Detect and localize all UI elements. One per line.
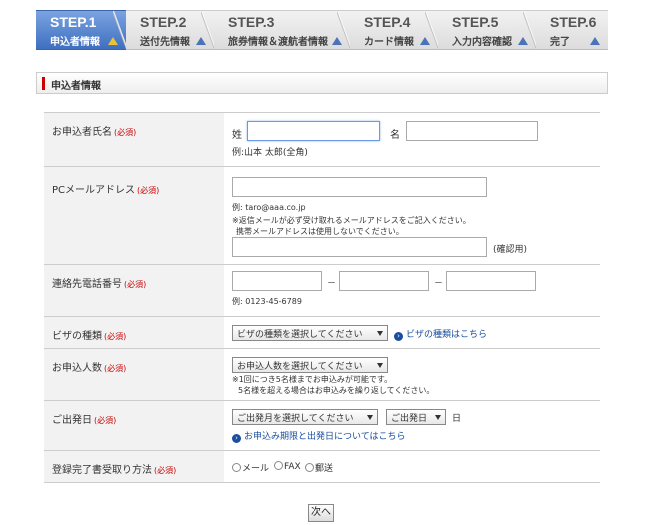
deadline-info-link-text: お申込み期限と出発日についてはこちら <box>244 432 406 442</box>
next-button[interactable]: 次へ <box>308 504 334 522</box>
radio-icon <box>274 461 283 470</box>
arrow-circle-icon: › <box>394 332 403 341</box>
email-row: PCメールアドレス (必須) 例: taro@aaa.co.jp ※返信メールが必… <box>44 167 600 265</box>
step-5: STEP.5 入力内容確認 <box>438 10 537 50</box>
phone-row: 連絡先電話番号 (必須) － － 例: 0123-45-6789 <box>44 265 600 317</box>
visa-row: ビザの種類 (必須) ビザの種類を選択してください › ビザの種類はこちら <box>44 317 600 349</box>
email-label: PCメールアドレス <box>52 185 136 196</box>
delivery-radio-fax[interactable]: FAX <box>274 461 301 472</box>
people-label: お申込人数 <box>52 363 102 374</box>
delivery-label: 登録完了書受取り方法 <box>52 465 152 476</box>
people-note-1: ※1回につき5名様までお申込みが可能です。 <box>232 375 393 384</box>
email-example: 例: taro@aaa.co.jp <box>232 203 306 212</box>
phone-dash-2: － <box>434 279 444 289</box>
deadline-info-link[interactable]: › お申込み期限と出発日についてはこちら <box>232 429 406 443</box>
step-6: STEP.6 完了 <box>536 10 608 50</box>
departure-day-select[interactable]: ご出発日 <box>386 409 446 425</box>
people-note-2: 5名様を超える場合はお申込みを繰り返してください。 <box>238 386 435 395</box>
email-input[interactable] <box>232 177 487 197</box>
step-1-number: STEP.1 <box>50 14 97 30</box>
visa-type-link-text: ビザの種類はこちら <box>406 330 488 340</box>
step-1-label: 申込者情報 <box>50 37 100 48</box>
sei-label: 姓 <box>232 130 242 141</box>
step-4-number: STEP.4 <box>364 14 411 30</box>
required-mark: (必須) <box>154 466 177 475</box>
step-1: STEP.1 申込者情報 <box>36 10 127 50</box>
email-confirm-label: (確認用) <box>493 245 528 255</box>
phone-example: 例: 0123-45-6789 <box>232 297 302 306</box>
step-5-number: STEP.5 <box>452 14 499 30</box>
departure-day-select-value: ご出発日 <box>391 414 428 424</box>
name-row: お申込者氏名 (必須) 姓 名 例:山本 太郎(全角) <box>44 113 600 167</box>
applicant-count-select-value: お申込人数を選択してください <box>237 362 363 372</box>
visa-type-select-value: ビザの種類を選択してください <box>237 330 363 340</box>
chevron-down-icon <box>367 415 373 420</box>
chevron-down-icon <box>377 331 383 336</box>
step-progress-bar: STEP.1 申込者情報 STEP.2 送付先情報 STEP.3 旅券情報＆渡航… <box>36 10 608 50</box>
email-note-1: ※返信メールが必ず受け取れるメールアドレスをご記入ください。 <box>232 216 471 225</box>
radio-icon <box>305 463 314 472</box>
phone-dash-1: － <box>327 279 337 289</box>
step-3-number: STEP.3 <box>228 14 275 30</box>
chevron-down-icon <box>435 415 441 420</box>
section-header: 申込者情報 <box>36 72 608 94</box>
departure-row: ご出発日 (必須) ご出発月を選択してください ご出発日 日 › お申込み期限と出発… <box>44 401 600 451</box>
step-4-label: カード情報 <box>364 37 414 48</box>
visa-type-select[interactable]: ビザの種類を選択してください <box>232 325 388 341</box>
delivery-option-post: 郵送 <box>315 464 334 474</box>
delivery-row: 登録完了書受取り方法 (必須) メール FAX 郵送 <box>44 451 600 483</box>
last-name-input[interactable] <box>247 121 380 141</box>
applicant-form: お申込者氏名 (必須) 姓 名 例:山本 太郎(全角) PCメールアドレス (必須)… <box>44 112 600 483</box>
arrow-circle-icon: › <box>232 434 241 443</box>
applicant-count-select[interactable]: お申込人数を選択してください <box>232 357 388 373</box>
chevron-down-icon <box>377 363 383 368</box>
step-4: STEP.4 カード情報 <box>350 10 439 50</box>
delivery-radio-post[interactable]: 郵送 <box>305 461 333 474</box>
step-6-number: STEP.6 <box>550 14 597 30</box>
step-3-label: 旅券情報＆渡航者情報 <box>228 37 328 48</box>
people-row: お申込人数 (必須) お申込人数を選択してください ※1回につき5名様までお申込み… <box>44 349 600 401</box>
required-mark: (必須) <box>104 332 127 341</box>
name-label: お申込者氏名 <box>52 127 112 138</box>
step-6-label: 完了 <box>550 37 570 48</box>
required-mark: (必須) <box>104 364 127 373</box>
required-mark: (必須) <box>114 128 137 137</box>
mei-label: 名 <box>390 130 400 141</box>
phone-input-3[interactable] <box>446 271 536 291</box>
delivery-option-email: メール <box>242 464 270 474</box>
required-mark: (必須) <box>137 186 160 195</box>
phone-label: 連絡先電話番号 <box>52 279 122 290</box>
step-2-number: STEP.2 <box>140 14 187 30</box>
delivery-option-fax: FAX <box>284 462 301 472</box>
required-mark: (必須) <box>94 416 117 425</box>
departure-label: ご出発日 <box>52 415 92 426</box>
visa-type-link[interactable]: › ビザの種類はこちら <box>394 327 487 341</box>
section-title: 申込者情報 <box>51 81 101 92</box>
name-example: 例:山本 太郎(全角) <box>232 148 308 158</box>
departure-month-select[interactable]: ご出発月を選択してください <box>232 409 378 425</box>
visa-label: ビザの種類 <box>52 331 102 342</box>
step-2-label: 送付先情報 <box>140 37 190 48</box>
step-5-label: 入力内容確認 <box>452 37 512 48</box>
required-mark: (必須) <box>124 280 147 289</box>
radio-icon <box>232 463 241 472</box>
step-3: STEP.3 旅券情報＆渡航者情報 <box>214 10 351 50</box>
email-confirm-input[interactable] <box>232 237 487 257</box>
day-unit-label: 日 <box>452 414 462 424</box>
delivery-radio-email[interactable]: メール <box>232 461 269 474</box>
phone-input-2[interactable] <box>339 271 429 291</box>
first-name-input[interactable] <box>406 121 538 141</box>
triangle-up-icon <box>590 37 600 45</box>
step-2: STEP.2 送付先情報 <box>126 10 215 50</box>
phone-input-1[interactable] <box>232 271 322 291</box>
departure-month-select-value: ご出発月を選択してください <box>237 414 354 424</box>
email-note-2: 携帯メールアドレスは使用しないでください。 <box>236 227 404 236</box>
